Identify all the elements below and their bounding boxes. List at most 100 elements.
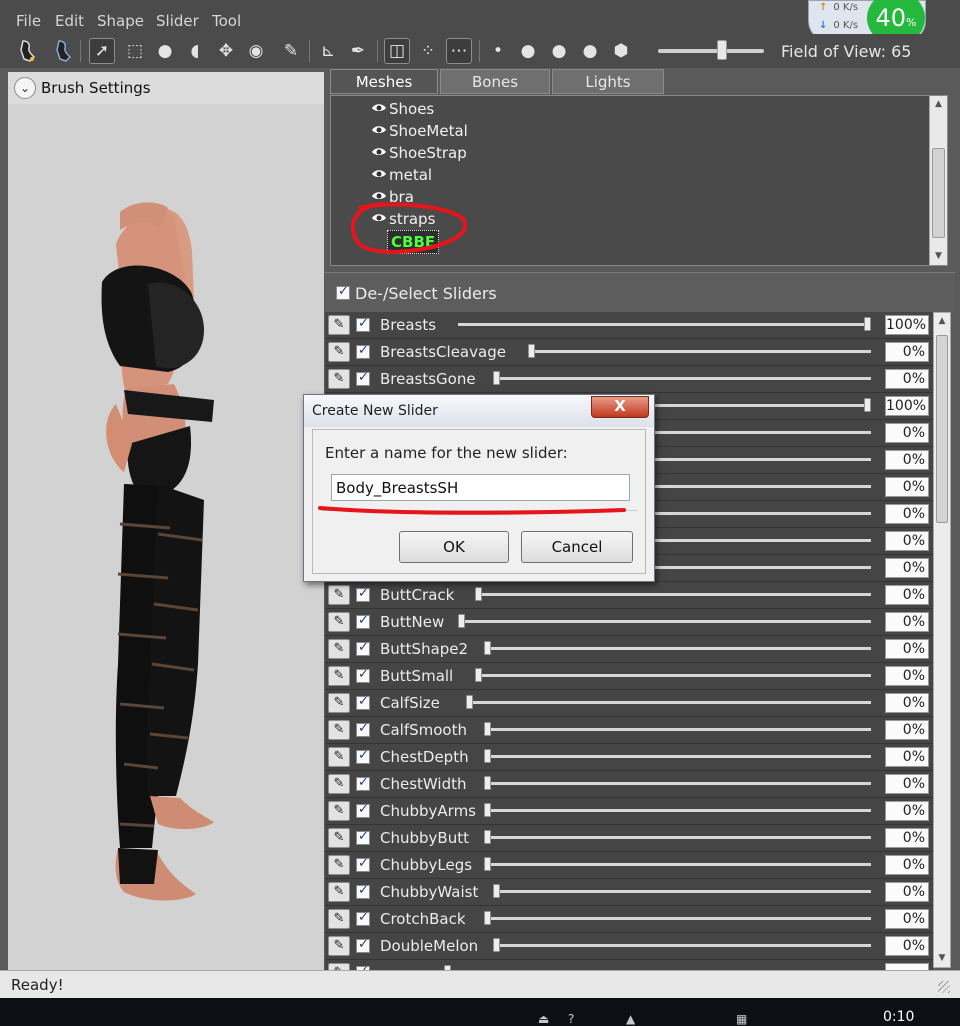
slider-thumb[interactable]: [466, 695, 474, 709]
slider-track[interactable]: [457, 620, 871, 623]
mirror-x-icon[interactable]: ◫: [384, 38, 410, 64]
slider-thumb[interactable]: [484, 776, 491, 790]
slider-checkbox[interactable]: [356, 937, 370, 953]
edit-pencil-icon[interactable]: ✎: [328, 747, 350, 767]
visibility-eye-icon[interactable]: [371, 102, 387, 113]
slider-value-field[interactable]: 0%: [885, 828, 929, 848]
slider-thumb[interactable]: [484, 911, 491, 925]
slider-value-field[interactable]: 0%: [885, 558, 929, 578]
slider-checkbox[interactable]: [356, 694, 370, 710]
deflate-brush-icon[interactable]: ◖: [182, 38, 208, 64]
smooth-brush-icon[interactable]: ◉: [243, 38, 269, 64]
slider-checkbox[interactable]: [356, 748, 370, 764]
weight-brush-icon[interactable]: ✎: [278, 38, 304, 64]
connected-only-icon[interactable]: ⁘: [415, 38, 441, 64]
slider-thumb[interactable]: [492, 884, 500, 898]
slider-value-field[interactable]: 0%: [885, 612, 929, 632]
mesh-item[interactable]: ShoeStrap: [371, 142, 467, 164]
edit-pencil-icon[interactable]: ✎: [328, 909, 350, 929]
slider-value-field[interactable]: 0%: [885, 585, 929, 605]
resize-grip-icon[interactable]: [938, 981, 950, 993]
slider-value-field[interactable]: 0%: [885, 909, 929, 929]
slider-checkbox[interactable]: [356, 721, 370, 737]
slider-value-field[interactable]: 0%: [885, 693, 929, 713]
brush-size-large-icon[interactable]: ●: [546, 38, 572, 64]
slider-checkbox[interactable]: [356, 667, 370, 683]
mesh-item[interactable]: Shoes: [371, 98, 434, 120]
scroll-down-arrow-icon[interactable]: ▼: [934, 950, 950, 967]
mesh-item[interactable]: straps: [371, 208, 435, 230]
slider-value-field[interactable]: 0%: [885, 855, 929, 875]
slider-thumb[interactable]: [484, 749, 491, 763]
slider-checkbox[interactable]: [356, 586, 370, 602]
deselect-sliders-checkbox[interactable]: [336, 284, 350, 300]
brush-size-small-icon[interactable]: •: [485, 38, 511, 64]
slider-value-field[interactable]: 0%: [885, 423, 929, 443]
slider-thumb[interactable]: [484, 830, 491, 844]
slider-checkbox[interactable]: [356, 775, 370, 791]
edit-pencil-icon[interactable]: ✎: [328, 720, 350, 740]
xray-icon[interactable]: ⋯: [446, 38, 472, 64]
slider-track[interactable]: [484, 836, 871, 839]
slider-value-field[interactable]: 100%: [885, 315, 929, 335]
slider-checkbox[interactable]: [356, 856, 370, 872]
edit-pencil-icon[interactable]: ✎: [328, 612, 350, 632]
slider-value-field[interactable]: [885, 963, 929, 970]
tray-windows-icon[interactable]: ▦: [736, 1012, 747, 1026]
slider-track[interactable]: [484, 809, 871, 812]
menu-file[interactable]: File: [16, 12, 41, 30]
slider-thumb[interactable]: [475, 668, 483, 682]
slider-value-field[interactable]: 0%: [885, 369, 929, 389]
edit-pencil-icon[interactable]: ✎: [328, 585, 350, 605]
slider-track[interactable]: [492, 890, 871, 893]
slider-thumb[interactable]: [484, 722, 491, 736]
close-icon[interactable]: X: [591, 396, 649, 418]
edit-pencil-icon[interactable]: ✎: [328, 855, 350, 875]
slider-checkbox[interactable]: [356, 829, 370, 845]
visibility-eye-icon[interactable]: [371, 168, 387, 179]
inflate-brush-icon[interactable]: ●: [152, 38, 178, 64]
edit-pencil-icon[interactable]: ✎: [328, 369, 350, 389]
scroll-up-arrow-icon[interactable]: ▲: [930, 96, 947, 113]
slider-thumb[interactable]: [484, 641, 491, 655]
slider-thumb[interactable]: [475, 587, 483, 601]
edit-pencil-icon[interactable]: ✎: [328, 936, 350, 956]
edit-pencil-icon[interactable]: ✎: [328, 342, 350, 362]
tray-help-icon[interactable]: ?: [568, 1012, 574, 1026]
tab-lights[interactable]: Lights: [552, 69, 664, 94]
brush-size-xlarge-icon[interactable]: ●: [577, 38, 603, 64]
slider-track[interactable]: [484, 728, 871, 731]
edit-pencil-icon[interactable]: ✎: [328, 882, 350, 902]
slider-thumb[interactable]: [528, 344, 535, 358]
tray-usb-icon[interactable]: ⏏: [538, 1012, 549, 1026]
slider-checkbox[interactable]: [356, 316, 370, 332]
slider-thumb[interactable]: [864, 317, 871, 331]
slider-value-field[interactable]: 100%: [885, 396, 929, 416]
edit-pencil-icon[interactable]: ✎: [328, 963, 350, 970]
slider-checkbox[interactable]: [356, 910, 370, 926]
edit-pencil-icon[interactable]: ✎: [328, 693, 350, 713]
slider-track[interactable]: [484, 863, 871, 866]
ok-button[interactable]: OK: [399, 531, 509, 563]
taskbar-clock[interactable]: 0:10: [883, 1009, 914, 1025]
slider-track[interactable]: [466, 701, 871, 704]
edit-pencil-icon[interactable]: ✎: [328, 639, 350, 659]
mesh-item[interactable]: CBBE: [387, 230, 440, 254]
scroll-up-arrow-icon[interactable]: ▲: [934, 313, 950, 330]
tab-meshes[interactable]: Meshes: [330, 69, 438, 94]
slider-value-field[interactable]: 0%: [885, 666, 929, 686]
reference-silhouette-icon[interactable]: [49, 38, 75, 64]
menu-shape[interactable]: Shape: [97, 12, 144, 30]
slider-thumb[interactable]: [864, 398, 871, 412]
slider-value-field[interactable]: 0%: [885, 504, 929, 524]
mesh-item[interactable]: metal: [371, 164, 432, 186]
mesh-tree-scrollbar[interactable]: ▲ ▼: [929, 96, 947, 265]
cancel-button[interactable]: Cancel: [521, 531, 633, 563]
outfit-silhouette-icon[interactable]: [13, 38, 39, 64]
field-of-view-slider[interactable]: [658, 49, 764, 53]
slider-value-field[interactable]: 0%: [885, 720, 929, 740]
slider-track[interactable]: [528, 350, 871, 353]
select-brush-icon[interactable]: ➚: [89, 38, 115, 64]
scrollbar-thumb[interactable]: [932, 148, 945, 238]
mesh-item[interactable]: ShoeMetal: [371, 120, 468, 142]
